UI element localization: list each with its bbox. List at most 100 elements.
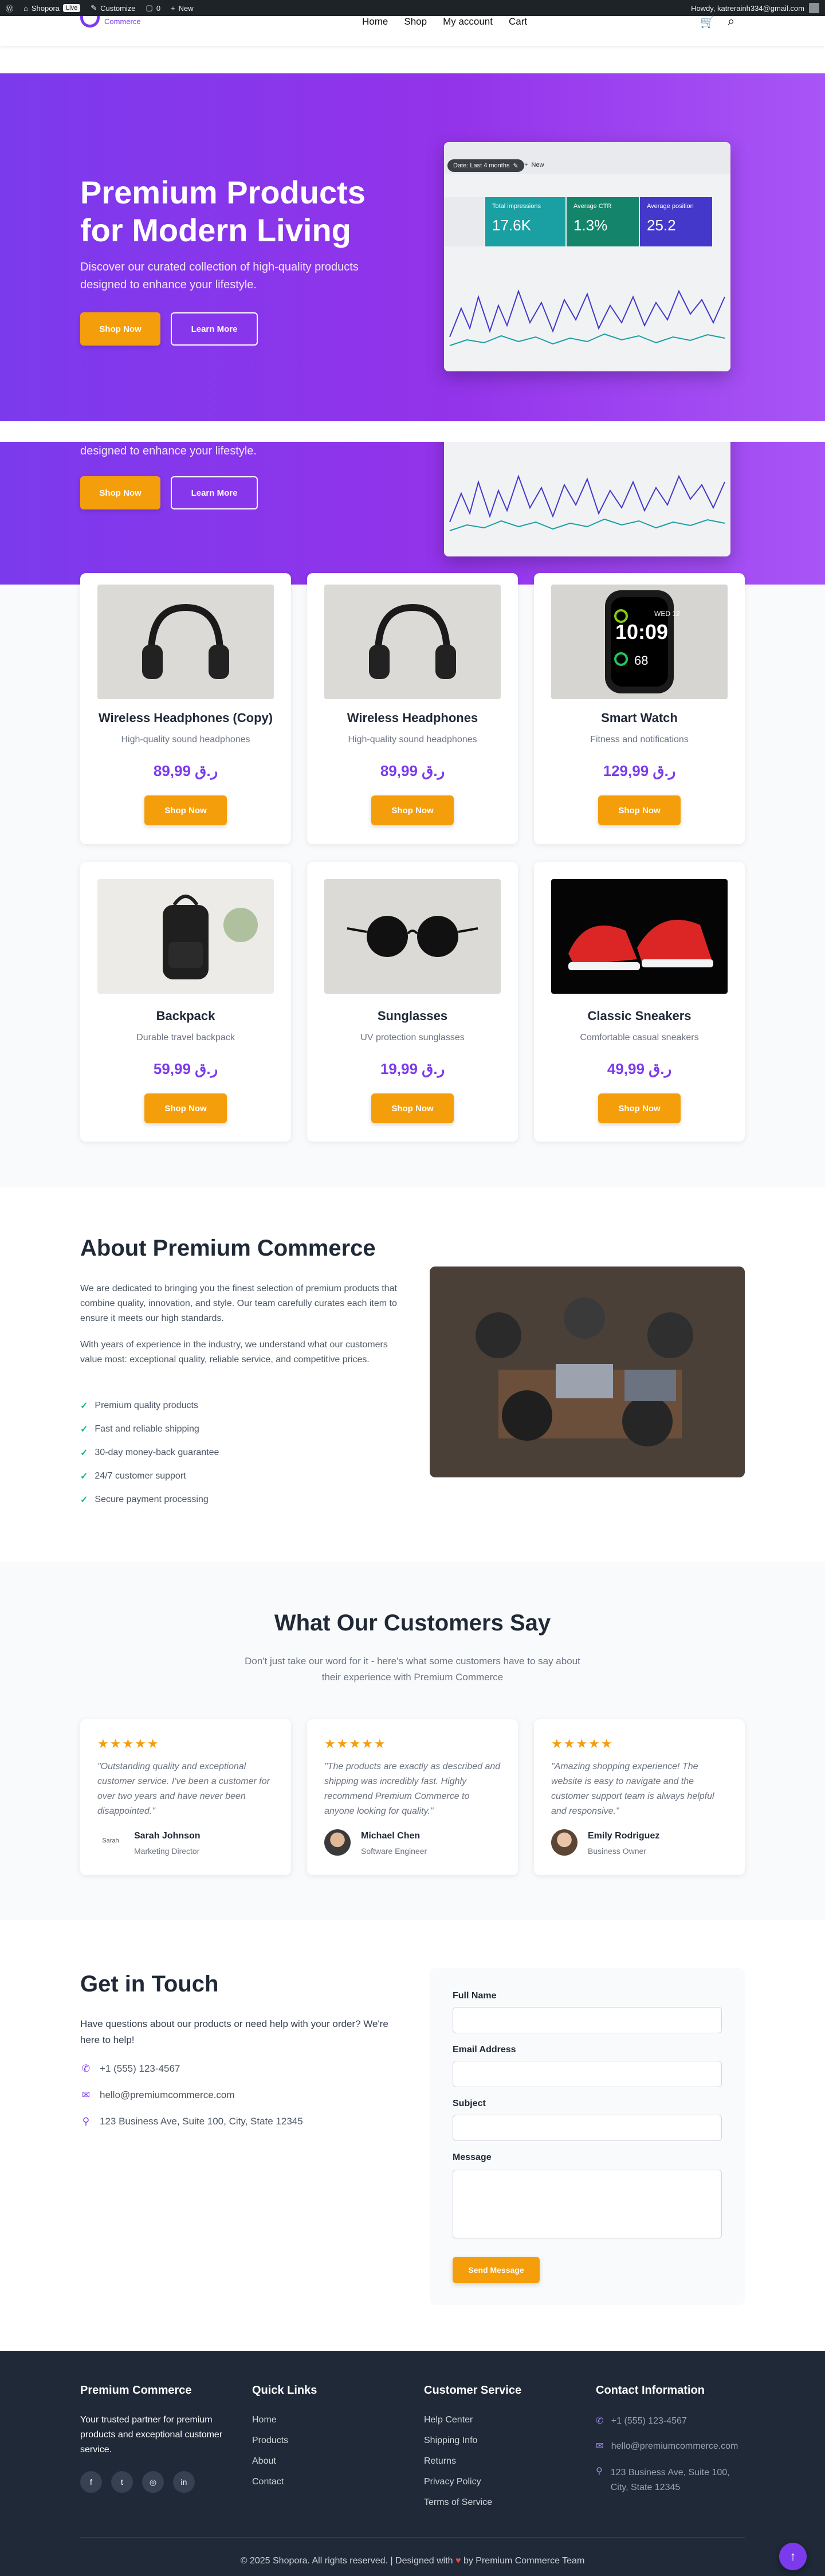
testimonial-card: ★★★★★ "Outstanding quality and exception… [80, 1719, 291, 1875]
avatar: Sarah [97, 1829, 124, 1856]
scroll-to-top-button[interactable]: ↑ [779, 2543, 807, 2570]
nav-home[interactable]: Home [362, 16, 388, 28]
contact-phone: ✆ +1 (555) 123-4567 [80, 2063, 180, 2075]
admin-comments-link[interactable]: ▢ 0 [146, 3, 161, 13]
hero-learn-more-button-repeat[interactable]: Learn More [171, 476, 258, 509]
full-name-label: Full Name [453, 1991, 497, 2001]
kpi-label: Average position [647, 203, 694, 210]
contact-info-title: Contact Information [596, 2384, 705, 2397]
kpi-value: 25.2 [647, 217, 676, 234]
product-name[interactable]: Backpack [80, 1009, 291, 1024]
instagram-icon[interactable]: ◎ [142, 2471, 164, 2493]
message-textarea[interactable] [453, 2170, 722, 2238]
footer-link-terms[interactable]: Terms of Service [424, 2497, 492, 2508]
customer-role: Business Owner [588, 1846, 646, 1856]
product-name[interactable]: Classic Sneakers [534, 1009, 745, 1024]
product-desc: High-quality sound headphones [121, 735, 250, 744]
cart-icon[interactable]: 🛒 [700, 15, 714, 29]
footer-link-home[interactable]: Home [252, 2415, 277, 2425]
search-icon[interactable]: ⌕ [728, 14, 734, 29]
nav-my-account[interactable]: My account [443, 16, 493, 28]
product-price: ر.ق 59,99 [153, 1060, 218, 1077]
shop-now-button[interactable]: Shop Now [144, 795, 227, 825]
hero-shop-now-button-repeat[interactable]: Shop Now [80, 476, 160, 509]
shop-now-button[interactable]: Shop Now [598, 1093, 681, 1123]
footer-link-contact[interactable]: Contact [252, 2477, 284, 2487]
hero-learn-more-button[interactable]: Learn More [171, 312, 258, 346]
subject-input[interactable] [453, 2115, 722, 2141]
shop-now-button[interactable]: Shop Now [144, 1093, 227, 1123]
footer-link-about[interactable]: About [252, 2456, 276, 2467]
facebook-icon[interactable]: f [80, 2471, 102, 2493]
logo-text[interactable]: Commerce [104, 17, 141, 26]
footer-address: ⚲ 123 Business Ave, Suite 100, City, Stat… [596, 2465, 737, 2495]
product-price: ر.ق 89,99 [153, 762, 218, 779]
nav-cart[interactable]: Cart [509, 16, 527, 28]
product-name[interactable]: Sunglasses [307, 1009, 518, 1024]
nav-shop[interactable]: Shop [404, 16, 427, 28]
about-paragraph-1: We are dedicated to bringing you the fin… [80, 1284, 397, 1323]
copyright: © 2025 Shopora. All rights reserved. | D… [240, 2556, 585, 2566]
product-name[interactable]: Smart Watch [534, 711, 745, 726]
performance-line-chart [449, 289, 725, 346]
product-desc: UV protection sunglasses [360, 1033, 465, 1042]
kpi-label: Average CTR [573, 203, 612, 210]
footer-link-help[interactable]: Help Center [424, 2415, 473, 2425]
customer-role: Marketing Director [134, 1846, 200, 1856]
rating-stars: ★★★★★ [324, 1736, 387, 1751]
headphones-image [97, 585, 274, 699]
shop-now-button[interactable]: Shop Now [598, 795, 681, 825]
testimonials-subtitle: Don't just take our word for it - here's… [245, 1656, 580, 1683]
kpi-impressions: Total impressions 17.6K [485, 197, 565, 246]
footer-link-shipping[interactable]: Shipping Info [424, 2436, 477, 2446]
admin-account-menu[interactable]: Howdy, katrerainh334@gmail.com [691, 3, 819, 13]
new-label: New [178, 3, 194, 13]
product-name[interactable]: Wireless Headphones (Copy) [80, 711, 291, 726]
footer-link-privacy[interactable]: Privacy Policy [424, 2477, 481, 2487]
testimonials-title: What Our Customers Say [274, 1610, 551, 1636]
howdy-text: Howdy, katrerainh334@gmail.com [691, 3, 804, 13]
shop-now-button[interactable]: Shop Now [371, 795, 454, 825]
email-input[interactable] [453, 2061, 722, 2087]
avatar [551, 1829, 578, 1856]
full-name-input[interactable] [453, 2007, 722, 2033]
avatar [324, 1829, 351, 1856]
customer-name: Sarah Johnson [134, 1831, 201, 1841]
feature-item: ✓ Premium quality products [80, 1401, 198, 1411]
feature-item: ✓ Fast and reliable shipping [80, 1424, 199, 1434]
sunglasses-image [324, 879, 501, 994]
shop-now-button[interactable]: Shop Now [371, 1093, 454, 1123]
send-message-button[interactable]: Send Message [453, 2257, 540, 2283]
smartwatch-image: WED 12 10:09 68 [551, 585, 728, 699]
footer-email: ✉ hello@premiumcommerce.com [596, 2441, 738, 2451]
footer-phone: ✆ +1 (555) 123-4567 [596, 2416, 687, 2426]
hero-shop-now-button[interactable]: Shop Now [80, 312, 160, 346]
admin-customize-link[interactable]: ✎ Customize [91, 3, 135, 13]
admin-bar: Ⓦ ⌂ Shopora Live ✎ Customize ▢ 0 + New H… [0, 0, 825, 16]
wordpress-logo-icon[interactable]: Ⓦ [6, 3, 13, 14]
admin-site-link[interactable]: ⌂ Shopora Live [23, 4, 81, 13]
admin-new-link[interactable]: + New [171, 4, 194, 13]
product-name[interactable]: Wireless Headphones [307, 711, 518, 726]
feature-item: ✓ 24/7 customer support [80, 1471, 186, 1481]
product-desc: Durable travel backpack [136, 1033, 235, 1042]
kpi-position: Average position 25.2 [640, 197, 712, 246]
feature-item: ✓ 30-day money-back guarantee [80, 1448, 219, 1458]
site-header: Commerce Home Shop My account Cart 🛒 ⌕ [0, 14, 825, 46]
linkedin-icon[interactable]: in [173, 2471, 195, 2493]
svg-text:68: 68 [634, 653, 648, 668]
phone-icon: ✆ [81, 2063, 91, 2074]
footer-link-products[interactable]: Products [252, 2436, 288, 2446]
about-paragraph-2: With years of experience in the industry… [80, 1340, 388, 1365]
logo-icon[interactable] [80, 16, 100, 28]
product-price: ر.ق 49,99 [607, 1060, 672, 1077]
product-card: Sunglasses UV protection sunglasses ر.ق … [307, 862, 518, 1142]
twitter-icon[interactable]: t [111, 2471, 133, 2493]
contact-intro: Have questions about our products or nee… [80, 2018, 388, 2045]
customer-name: Michael Chen [361, 1831, 421, 1841]
kpi-value: 17.6K [492, 217, 531, 234]
about-title: About Premium Commerce [80, 1236, 376, 1261]
hero-section: Premium Products for Modern Living Disco… [0, 73, 825, 421]
hero-section-repeat: Discover our curated collection of high-… [0, 442, 825, 585]
footer-link-returns[interactable]: Returns [424, 2456, 456, 2467]
